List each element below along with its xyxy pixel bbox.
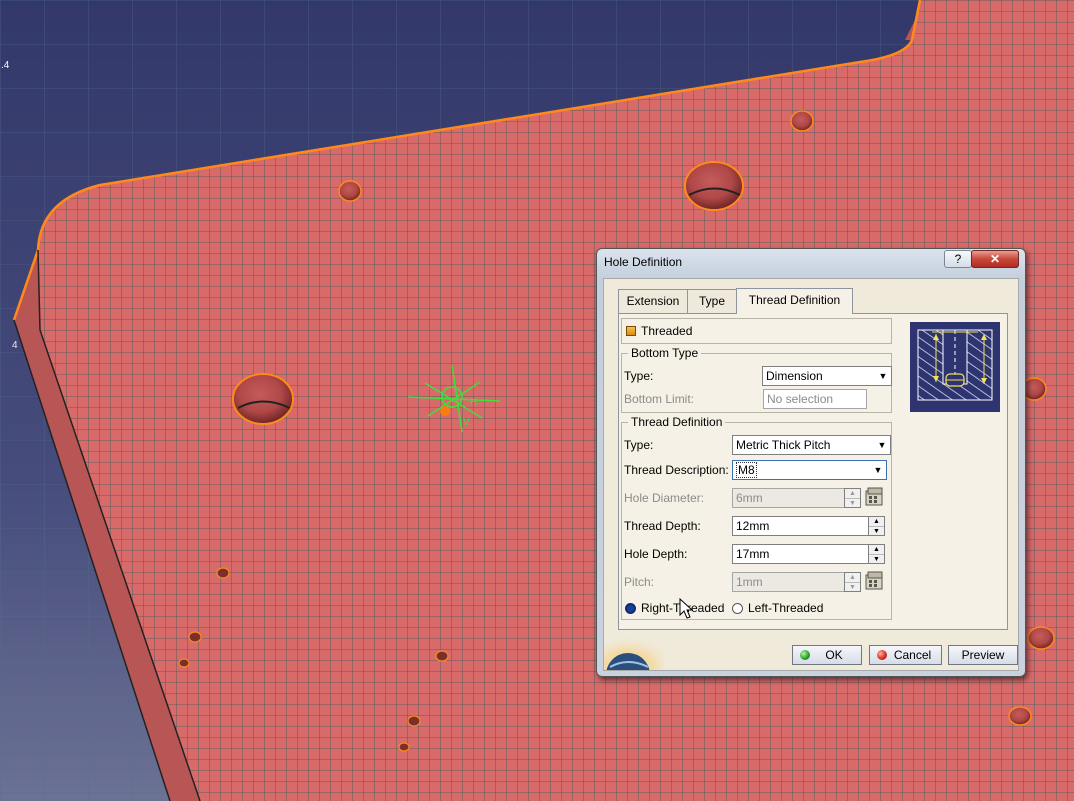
catia-logo-icon <box>604 631 664 670</box>
threaded-label[interactable]: Threaded <box>641 324 692 338</box>
close-button[interactable]: ✕ <box>971 250 1019 268</box>
bottom-type-group: Bottom Type Type: Dimension ▼ Bottom Lim… <box>621 346 892 413</box>
chevron-down-icon: ▼ <box>873 465 883 475</box>
dialog-client: Extension Type Thread Definition Threade… <box>603 278 1019 671</box>
thread-depth-field[interactable]: 12mm <box>732 516 869 536</box>
hole-depth-label: Hole Depth: <box>624 547 688 561</box>
hole-definition-dialog[interactable]: Hole Definition ? ✕ Extension Type Threa… <box>596 248 1026 677</box>
hole <box>684 161 744 211</box>
left-threaded-radio[interactable] <box>732 603 743 614</box>
chevron-down-icon: ▼ <box>877 440 887 450</box>
preview-button[interactable]: Preview <box>948 645 1018 665</box>
bottom-limit-label: Bottom Limit: <box>624 392 695 406</box>
mouse-cursor-icon <box>679 598 693 619</box>
thread-description-label: Thread Description: <box>624 463 729 477</box>
pitch-spinner[interactable]: ▲ ▼ <box>844 572 861 592</box>
right-threaded-radio[interactable] <box>625 603 636 614</box>
bottom-type-dropdown[interactable]: Dimension ▼ <box>762 366 892 386</box>
thread-depth-label: Thread Depth: <box>624 519 701 533</box>
bottom-type-value: Dimension <box>766 369 823 383</box>
cancel-icon <box>877 650 887 660</box>
thread-type-value: Metric Thick Pitch <box>736 438 831 452</box>
thread-definition-group: Thread Definition Type: Metric Thick Pit… <box>621 415 892 620</box>
dialog-title: Hole Definition <box>604 255 683 269</box>
formula-icon[interactable] <box>865 571 885 591</box>
hole <box>216 567 230 579</box>
thread-depth-spinner[interactable]: ▲ ▼ <box>868 516 885 536</box>
threaded-checkbox[interactable] <box>626 326 636 336</box>
svg-text:V: V <box>463 417 470 428</box>
left-threaded-label[interactable]: Left-Threaded <box>748 601 823 615</box>
hole-diameter-field[interactable]: 6mm <box>732 488 845 508</box>
hole <box>435 650 449 662</box>
cancel-label: Cancel <box>893 648 932 662</box>
ok-label: OK <box>825 648 843 662</box>
hole <box>188 631 202 643</box>
bottom-type-label: Type: <box>624 369 654 383</box>
tab-type[interactable]: Type <box>687 289 737 313</box>
tab-extension[interactable]: Extension <box>618 289 688 313</box>
hole-diameter-label: Hole Diameter: <box>624 491 705 505</box>
thread-description-dropdown[interactable]: M8 ▼ <box>732 460 887 480</box>
hole <box>407 715 421 727</box>
thread-diagram-icon <box>910 322 1000 412</box>
threaded-row: Threaded <box>621 318 892 344</box>
bottom-limit-field[interactable]: No selection <box>763 389 867 409</box>
ok-icon <box>800 650 810 660</box>
svg-text:H: H <box>470 397 477 408</box>
thread-type-label: Type: <box>624 438 654 452</box>
cancel-button[interactable]: Cancel <box>869 645 942 665</box>
help-button[interactable]: ? <box>944 250 972 268</box>
bottom-type-legend: Bottom Type <box>628 346 702 360</box>
tab-thread-definition[interactable]: Thread Definition <box>736 288 853 314</box>
hole <box>1008 706 1032 726</box>
hole <box>338 180 362 202</box>
hole-diameter-spinner[interactable]: ▲ ▼ <box>844 488 861 508</box>
hole-depth-spinner[interactable]: ▲ ▼ <box>868 544 885 564</box>
hole <box>178 658 190 668</box>
ok-button[interactable]: OK <box>792 645 862 665</box>
hole-depth-field[interactable]: 17mm <box>732 544 869 564</box>
pitch-label: Pitch: <box>624 575 655 589</box>
thread-definition-legend: Thread Definition <box>628 415 726 429</box>
chevron-down-icon: ▼ <box>878 371 888 381</box>
hole <box>1027 626 1055 650</box>
formula-icon[interactable] <box>865 487 885 507</box>
side-mark: 4 <box>12 340 18 351</box>
pitch-field[interactable]: 1mm <box>732 572 845 592</box>
hole <box>232 373 294 425</box>
axis-label: .4 <box>1 60 10 71</box>
thread-type-dropdown[interactable]: Metric Thick Pitch ▼ <box>732 435 891 455</box>
hole <box>790 110 814 132</box>
hole <box>398 742 410 752</box>
thread-description-value: M8 <box>736 462 757 478</box>
